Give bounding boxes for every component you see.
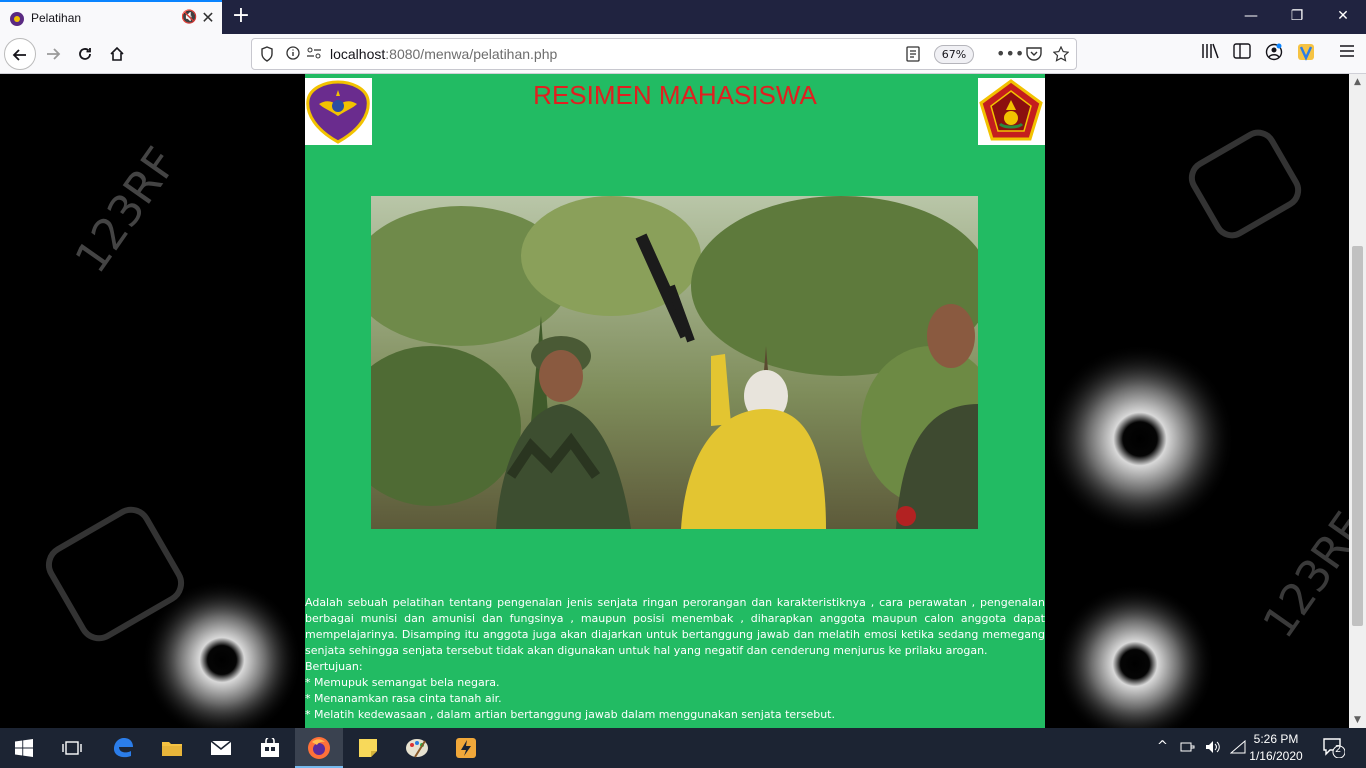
main-content: RESIMEN MAHASISWA Adalah sebuah pelatiha… xyxy=(305,74,1045,728)
windows-logo-icon xyxy=(15,739,33,757)
windows-taskbar: ^ 5:26 PM 1/16/2020 2 xyxy=(0,728,1366,768)
tab-favicon-icon xyxy=(9,11,25,27)
permissions-icon[interactable] xyxy=(306,46,322,64)
svg-text:123RF: 123RF xyxy=(1253,504,1349,648)
sticky-notes-taskbar-button[interactable] xyxy=(344,728,392,768)
action-center-button[interactable]: 2 xyxy=(1323,738,1346,768)
minimize-icon[interactable]: — xyxy=(1228,0,1274,34)
file-explorer-taskbar-button[interactable] xyxy=(148,728,196,768)
browser-tab[interactable]: Pelatihan 🔇 ✕ xyxy=(0,0,222,34)
paint-taskbar-button[interactable] xyxy=(393,728,441,768)
back-button[interactable] xyxy=(4,38,36,70)
page-viewport: 123RF 123RF RESIMEN MAHASISWA Adalah seb… xyxy=(0,74,1349,728)
address-bar[interactable]: localhost:8080/menwa/pelatihan.php 67% •… xyxy=(251,38,1077,70)
system-clock[interactable]: 5:26 PM 1/16/2020 xyxy=(1243,731,1309,765)
sticky-note-icon xyxy=(359,739,377,757)
shield-icon[interactable] xyxy=(260,46,274,66)
power-icon[interactable] xyxy=(1180,740,1196,768)
url-text[interactable]: localhost:8080/menwa/pelatihan.php xyxy=(330,46,557,62)
reload-button[interactable] xyxy=(69,38,101,70)
task-view-button[interactable] xyxy=(48,728,96,768)
restore-icon[interactable]: ❐ xyxy=(1274,0,1320,34)
goals-heading: Bertujuan: xyxy=(305,660,363,673)
goal-item: * Memupuk semangat bela negara. xyxy=(305,676,500,689)
start-button[interactable] xyxy=(0,728,48,768)
show-hidden-icons-icon[interactable]: ^ xyxy=(1157,739,1168,768)
library-icon[interactable] xyxy=(1199,43,1221,63)
forward-button[interactable] xyxy=(37,38,69,70)
extension-v-icon[interactable] xyxy=(1295,43,1317,65)
reload-icon xyxy=(79,48,91,60)
home-icon xyxy=(110,46,124,61)
back-arrow-icon xyxy=(12,49,26,61)
app-taskbar-button[interactable] xyxy=(442,728,490,768)
page-scrollbar[interactable]: ▲ ▼ xyxy=(1349,74,1366,728)
mail-taskbar-button[interactable] xyxy=(197,728,245,768)
url-host: localhost xyxy=(330,46,386,62)
scroll-thumb[interactable] xyxy=(1352,246,1363,626)
svg-text:123RF: 123RF xyxy=(66,139,188,283)
military-emblem-logo xyxy=(978,78,1045,145)
new-tab-icon[interactable]: + xyxy=(230,3,252,28)
notification-icon xyxy=(1323,738,1346,759)
forward-arrow-icon xyxy=(47,48,61,60)
notification-count: 2 xyxy=(1335,744,1342,755)
account-icon[interactable] xyxy=(1263,43,1285,65)
info-icon[interactable] xyxy=(286,46,300,64)
goal-item: * Menanamkan rasa cinta tanah air. xyxy=(305,692,502,705)
zoom-level-badge[interactable]: 67% xyxy=(934,45,974,64)
article-text: Adalah sebuah pelatihan tentang pengenal… xyxy=(305,595,1045,723)
edge-icon xyxy=(114,738,133,758)
home-button[interactable] xyxy=(101,38,133,70)
store-bag-icon xyxy=(261,736,279,757)
edge-taskbar-button[interactable] xyxy=(99,728,147,768)
training-description: Adalah sebuah pelatihan tentang pengenal… xyxy=(305,596,1045,657)
goal-item: * Melatih kedewasaan , dalam artian bert… xyxy=(305,708,835,721)
mail-icon xyxy=(210,740,232,755)
lightning-app-icon xyxy=(456,738,476,758)
page-actions-icon[interactable]: ••• xyxy=(996,44,1024,63)
navigation-toolbar: localhost:8080/menwa/pelatihan.php 67% •… xyxy=(0,34,1366,74)
task-view-icon xyxy=(62,741,82,755)
bookmark-star-icon[interactable] xyxy=(1052,45,1070,66)
browser-titlebar: Pelatihan 🔇 ✕ + — ❐ ✕ xyxy=(0,0,1366,34)
firefox-icon xyxy=(308,737,330,759)
volume-icon[interactable] xyxy=(1205,740,1221,768)
scroll-down-icon[interactable]: ▼ xyxy=(1349,712,1366,728)
sidebar-icon[interactable] xyxy=(1231,43,1253,63)
reader-view-icon[interactable] xyxy=(906,46,920,66)
firefox-taskbar-button[interactable] xyxy=(295,728,343,768)
tab-close-icon[interactable]: ✕ xyxy=(200,8,216,27)
folder-icon xyxy=(162,742,182,756)
clock-date: 1/16/2020 xyxy=(1249,749,1303,763)
mute-icon[interactable]: 🔇 xyxy=(181,10,197,25)
training-photo xyxy=(371,196,978,529)
store-taskbar-button[interactable] xyxy=(246,728,294,768)
paint-palette-icon xyxy=(406,739,428,758)
page-title: RESIMEN MAHASISWA xyxy=(533,80,817,110)
scroll-up-icon[interactable]: ▲ xyxy=(1349,74,1366,90)
clock-time: 5:26 PM xyxy=(1253,732,1299,746)
url-path: :8080/menwa/pelatihan.php xyxy=(385,46,558,62)
window-close-icon[interactable]: ✕ xyxy=(1320,0,1366,34)
tab-title: Pelatihan xyxy=(31,11,82,25)
pocket-icon[interactable] xyxy=(1026,46,1042,65)
hamburger-menu-icon[interactable] xyxy=(1336,43,1358,62)
